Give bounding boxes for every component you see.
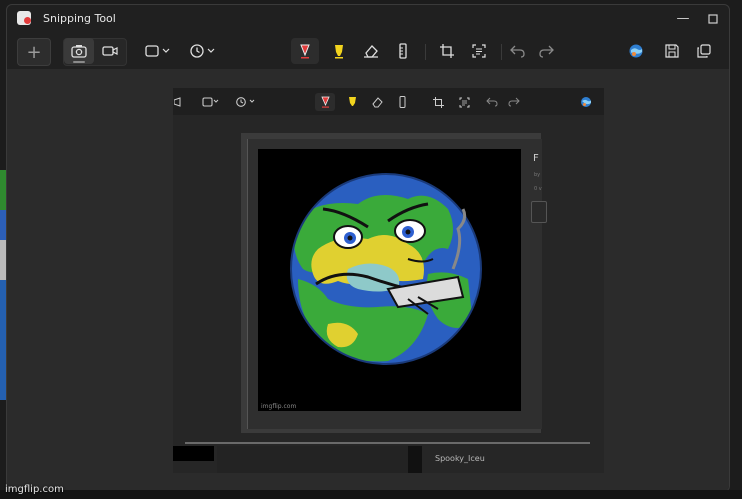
crop-icon: [429, 93, 447, 111]
comment-strip: [217, 446, 408, 473]
text-actions-icon: [455, 93, 473, 111]
eraser-icon: [368, 93, 386, 111]
angry-earth-illustration: [290, 173, 482, 365]
video-icon: [173, 93, 183, 111]
maximize-icon: [708, 14, 718, 24]
side-panel-views: 0 v: [534, 186, 542, 192]
snip-shape-dropdown[interactable]: [141, 38, 173, 64]
imgflip-watermark: imgflip.com: [5, 484, 64, 495]
eraser-button[interactable]: [357, 38, 385, 64]
save-icon: [665, 44, 679, 58]
redo-icon: [539, 45, 554, 58]
new-snip-button[interactable]: +: [17, 38, 51, 66]
snip-mode-video-button[interactable]: [95, 38, 125, 64]
ruler-icon: [399, 43, 407, 59]
black-block: [173, 446, 214, 461]
title-bar: Snipping Tool —: [7, 5, 729, 33]
rectangle-mode-icon: [144, 45, 159, 57]
eraser-icon: [364, 45, 378, 58]
maximize-button[interactable]: [701, 9, 725, 29]
toolbar-divider: [501, 44, 502, 60]
ballpoint-pen-button[interactable]: [291, 38, 319, 64]
snipping-tool-window: Snipping Tool — + imgflip.com F by 0 v S…: [6, 4, 730, 492]
paint-3d-icon: [629, 44, 643, 58]
highlighter-button[interactable]: [325, 38, 353, 64]
crop-icon: [440, 44, 454, 58]
delay-timer-icon: [189, 44, 204, 58]
captured-screenshot: imgflip.com F by 0 v Spooky_Iceu: [173, 88, 604, 473]
text-actions-button[interactable]: [465, 38, 493, 64]
video-icon: [102, 46, 118, 56]
chevron-down-icon: [207, 48, 214, 53]
earth-meme-image: imgflip.com: [258, 149, 521, 411]
crop-button[interactable]: [433, 38, 461, 64]
meme-watermark: imgflip.com: [261, 403, 297, 410]
ballpoint-pen-icon: [300, 44, 310, 59]
highlighter-icon: [343, 93, 361, 111]
window-title: Snipping Tool: [43, 12, 116, 25]
side-panel-author: by: [534, 172, 541, 178]
bottom-strip: [0, 490, 742, 499]
comment-divider: [408, 446, 422, 473]
minimize-icon: —: [676, 11, 690, 26]
ballpoint-pen-icon: [315, 93, 335, 111]
ruler-button[interactable]: [389, 38, 417, 64]
redo-icon: [505, 93, 523, 111]
captured-document: imgflip.com: [241, 133, 542, 433]
copy-icon: [697, 44, 711, 58]
snipping-tool-app-icon: [17, 11, 31, 25]
text-actions-icon: [472, 44, 486, 58]
edit-in-paint-3d-button[interactable]: [623, 38, 649, 64]
highlighter-icon: [335, 45, 343, 59]
rectangle-mode-icon: [199, 93, 223, 111]
delay-dropdown[interactable]: [185, 38, 219, 64]
undo-icon: [483, 93, 501, 111]
toolbar-divider: [425, 44, 426, 60]
paint-3d-icon: [577, 93, 595, 111]
delay-timer-icon: [233, 93, 259, 111]
save-button[interactable]: [659, 38, 685, 64]
ruler-icon: [393, 93, 411, 111]
copy-button[interactable]: [691, 38, 717, 64]
snip-mode-photo-button[interactable]: [64, 38, 94, 64]
chevron-down-icon: [162, 48, 169, 53]
captured-toolbar: [173, 88, 604, 115]
side-panel-button: [531, 201, 547, 223]
camera-icon: [71, 45, 87, 58]
side-panel-title: F: [533, 153, 539, 164]
captured-divider-line: [185, 442, 590, 444]
undo-icon: [510, 45, 525, 58]
minimize-button[interactable]: —: [671, 9, 695, 29]
username-label: Spooky_Iceu: [435, 454, 485, 463]
main-toolbar: +: [7, 33, 729, 67]
redo-button[interactable]: [533, 38, 559, 64]
undo-button[interactable]: [505, 38, 531, 64]
